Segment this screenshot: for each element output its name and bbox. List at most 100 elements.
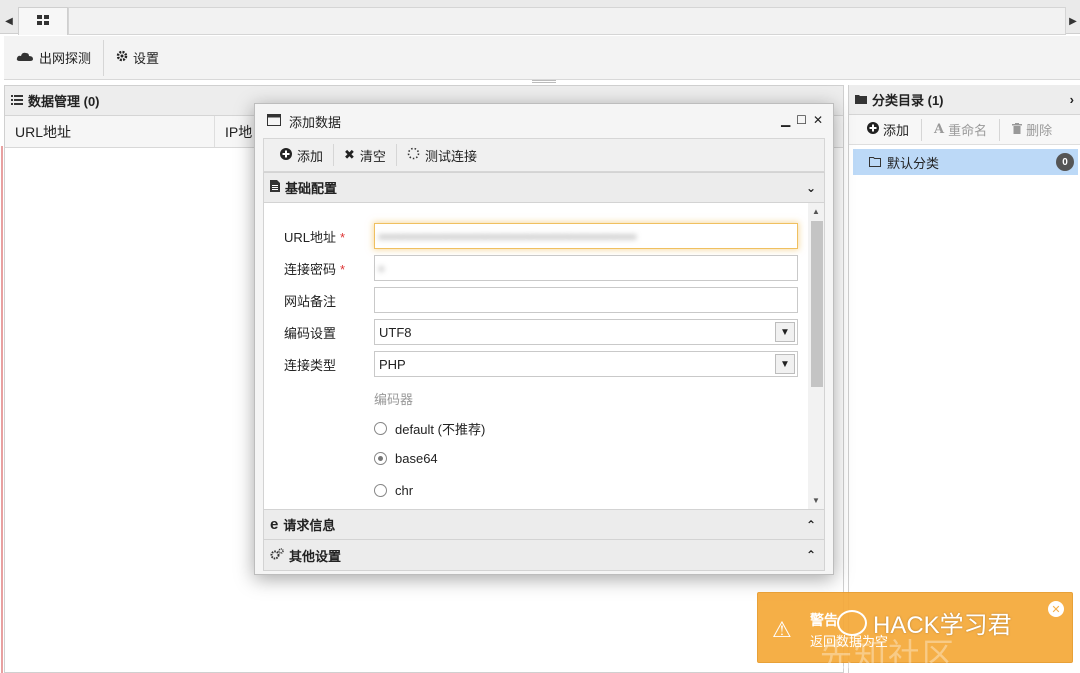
close-icon[interactable]: ✕ — [1048, 601, 1064, 617]
section-basic-title: 基础配置 — [285, 181, 338, 196]
gears-icon — [270, 547, 284, 563]
section-request-info[interactable]: e 请求信息 ⌃ — [263, 509, 825, 540]
category-item-default[interactable]: 默认分类 0 — [853, 149, 1078, 175]
radio-default[interactable] — [374, 422, 387, 435]
encoder-option-chr[interactable]: chr — [374, 483, 413, 498]
file-text-icon — [270, 180, 280, 195]
category-panel: 分类目录 (1) › 添加 A 重命名 删除 默认分类 0 — [848, 85, 1080, 673]
encoder-label: 编码器 — [374, 392, 414, 407]
encoding-label: 编码设置 — [284, 325, 337, 341]
spinner-icon — [407, 147, 420, 163]
password-input[interactable]: ▪ — [374, 255, 798, 281]
dialog-title: 添加数据 — [289, 114, 342, 130]
toast-title: 警告 — [810, 612, 838, 628]
type-value: PHP — [379, 356, 406, 372]
dialog-toolbar: 添加 ✖ 清空 测试连接 — [263, 138, 825, 172]
encoder-default-label: default (不推荐) — [395, 422, 486, 437]
category-count-badge: 0 — [1056, 153, 1074, 171]
section-other-settings[interactable]: 其他设置 ⌃ — [263, 540, 825, 571]
dialog-titlebar[interactable]: 添加数据 ▁ ☐ ✕ — [255, 104, 833, 138]
password-label: 连接密码 * — [284, 261, 346, 277]
tab-strip: ◀ ▶ — [0, 0, 1080, 35]
rename-category-label: 重命名 — [948, 123, 988, 138]
maximize-icon[interactable]: ☐ — [796, 113, 807, 127]
type-select[interactable]: PHP ▼ — [374, 351, 798, 377]
form-scrollbar[interactable]: ▲ ▼ — [808, 203, 824, 509]
font-icon: A — [934, 122, 945, 137]
clear-label: 清空 — [359, 148, 386, 164]
window-icon — [267, 113, 281, 129]
detect-label: 出网探测 — [39, 51, 92, 66]
test-connection-button[interactable]: 测试连接 — [397, 146, 487, 165]
encoder-option-base64[interactable]: base64 — [374, 451, 438, 466]
radio-base64[interactable] — [374, 452, 387, 465]
category-toolbar: 添加 A 重命名 删除 — [849, 115, 1080, 145]
password-row: 连接密码 * ▪ — [284, 255, 798, 281]
add-category-button[interactable]: 添加 — [861, 120, 915, 139]
category-item-label: 默认分类 — [887, 155, 940, 171]
add-data-dialog: 添加数据 ▁ ☐ ✕ 添加 ✖ 清空 测试连接 基础配置 ⌄ URL地址 * ▪… — [254, 103, 834, 575]
encoder-base64-label: base64 — [395, 451, 438, 466]
watermark-secondary: 先知社区 — [820, 637, 957, 673]
plus-circle-icon — [867, 122, 879, 137]
category-panel-header: 分类目录 (1) › — [849, 85, 1080, 115]
radio-chr[interactable] — [374, 484, 387, 497]
settings-button[interactable]: 设置 — [104, 40, 171, 76]
list-icon — [11, 93, 23, 108]
delete-category-label: 删除 — [1026, 123, 1053, 138]
cloud-icon — [16, 50, 34, 65]
tab-area — [68, 7, 1066, 35]
type-label: 连接类型 — [284, 357, 337, 373]
encoding-value: UTF8 — [379, 324, 412, 340]
chevron-down-icon[interactable]: ▼ — [775, 322, 795, 342]
encoder-chr-label: chr — [395, 483, 414, 498]
category-toolbar-separator — [921, 118, 923, 141]
section-basic-config[interactable]: 基础配置 ⌄ — [263, 172, 825, 203]
note-label: 网站备注 — [284, 293, 337, 309]
add-category-label: 添加 — [883, 123, 910, 138]
plus-circle-icon — [280, 147, 292, 163]
basic-config-body: URL地址 * ▪▪▪▪▪▪▪▪▪▪▪▪▪▪▪▪▪▪▪▪▪▪▪▪▪▪▪▪▪▪▪▪▪… — [263, 203, 825, 509]
minimize-icon[interactable]: ▁ — [781, 113, 790, 127]
grid-icon — [36, 14, 50, 29]
chevron-up-icon[interactable]: ⌃ — [806, 548, 816, 562]
chevron-down-icon[interactable]: ▼ — [775, 354, 795, 374]
column-url[interactable]: URL地址 — [5, 116, 215, 147]
section-other-title: 其他设置 — [289, 548, 342, 564]
main-toolbar: 出网探测 设置 — [4, 36, 1080, 80]
close-icon[interactable]: ✕ — [813, 113, 823, 127]
chevron-right-icon[interactable]: › — [1070, 92, 1074, 107]
type-row: 连接类型 PHP ▼ — [284, 351, 798, 377]
encoding-select[interactable]: UTF8 ▼ — [374, 319, 798, 345]
note-input[interactable] — [374, 287, 798, 313]
encoder-option-default[interactable]: default (不推荐) — [374, 419, 485, 438]
splitter-handle[interactable] — [532, 80, 556, 83]
chevron-down-icon[interactable]: ⌄ — [806, 181, 816, 195]
delete-category-button[interactable]: 删除 — [1006, 120, 1058, 139]
trash-icon — [1012, 122, 1023, 137]
tab-scroll-left-icon[interactable]: ◀ — [0, 7, 18, 35]
x-icon: ✖ — [344, 147, 355, 162]
url-label: URL地址 * — [284, 229, 346, 245]
clear-button[interactable]: ✖ 清空 — [334, 146, 396, 165]
folder-open-icon — [869, 155, 882, 170]
add-button[interactable]: 添加 — [270, 146, 333, 165]
window-controls: ▁ ☐ ✕ — [781, 113, 823, 127]
category-toolbar-separator — [999, 118, 1001, 141]
chevron-up-icon[interactable]: ⌃ — [806, 518, 816, 532]
warning-icon: ⚠ — [772, 617, 792, 642]
scroll-up-icon[interactable]: ▲ — [812, 207, 820, 216]
scroll-down-icon[interactable]: ▼ — [812, 496, 820, 505]
note-row: 网站备注 — [284, 287, 798, 313]
url-row: URL地址 * ▪▪▪▪▪▪▪▪▪▪▪▪▪▪▪▪▪▪▪▪▪▪▪▪▪▪▪▪▪▪▪▪▪… — [284, 223, 798, 249]
detect-button[interactable]: 出网探测 — [4, 40, 103, 76]
tab-scroll-right-icon[interactable]: ▶ — [1066, 7, 1080, 35]
category-panel-title: 分类目录 (1) — [872, 93, 944, 108]
scroll-thumb[interactable] — [811, 221, 823, 387]
rename-category-button[interactable]: A 重命名 — [928, 120, 993, 139]
encoding-row: 编码设置 UTF8 ▼ — [284, 319, 798, 345]
url-input[interactable]: ▪▪▪▪▪▪▪▪▪▪▪▪▪▪▪▪▪▪▪▪▪▪▪▪▪▪▪▪▪▪▪▪▪▪▪▪▪▪▪▪… — [374, 223, 798, 249]
folder-icon — [855, 92, 867, 107]
tab-home[interactable] — [18, 7, 68, 35]
settings-label: 设置 — [133, 51, 160, 66]
